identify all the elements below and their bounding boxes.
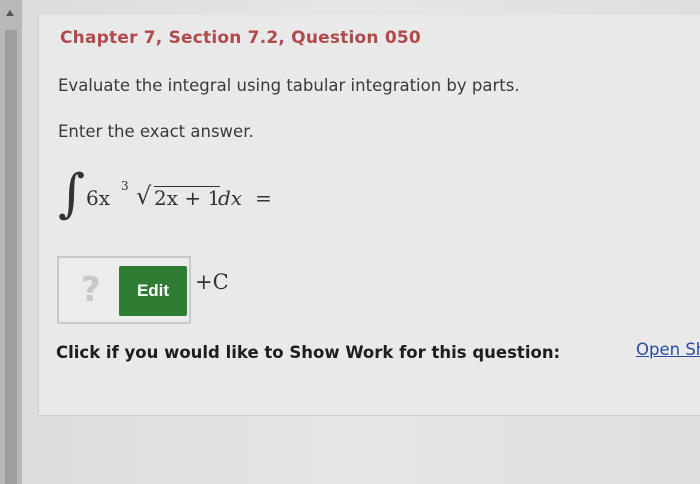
scroll-up-arrow-icon[interactable] bbox=[6, 10, 14, 16]
differential: dx bbox=[218, 186, 243, 210]
scroll-track[interactable] bbox=[5, 30, 17, 484]
radicand: 2x + 1 bbox=[154, 186, 221, 210]
question-instruction: Evaluate the integral using tabular inte… bbox=[58, 76, 520, 95]
show-work-prompt: Click if you would like to Show Work for… bbox=[56, 343, 561, 362]
integral-sign: ∫ bbox=[58, 164, 86, 224]
sqrt-symbol: √ bbox=[136, 182, 152, 210]
question-title: Chapter 7, Section 7.2, Question 050 bbox=[60, 28, 421, 48]
constant-of-integration: +C bbox=[195, 270, 229, 294]
question-mark-icon: ? bbox=[81, 270, 101, 310]
answer-box[interactable]: ? Edit bbox=[57, 256, 191, 324]
open-show-work-link[interactable]: Open Show Work bbox=[636, 340, 700, 359]
integrand-exponent: 3 bbox=[121, 179, 129, 193]
edit-button[interactable]: Edit bbox=[119, 266, 187, 316]
equals-sign: = bbox=[255, 186, 272, 210]
integral-expression: ∫ 6x 3 √ 2x + 1 dx = bbox=[58, 164, 318, 230]
answer-hint: Enter the exact answer. bbox=[58, 122, 254, 141]
left-scrollbar[interactable] bbox=[0, 0, 22, 484]
integrand-coefficient: 6x bbox=[86, 186, 111, 210]
